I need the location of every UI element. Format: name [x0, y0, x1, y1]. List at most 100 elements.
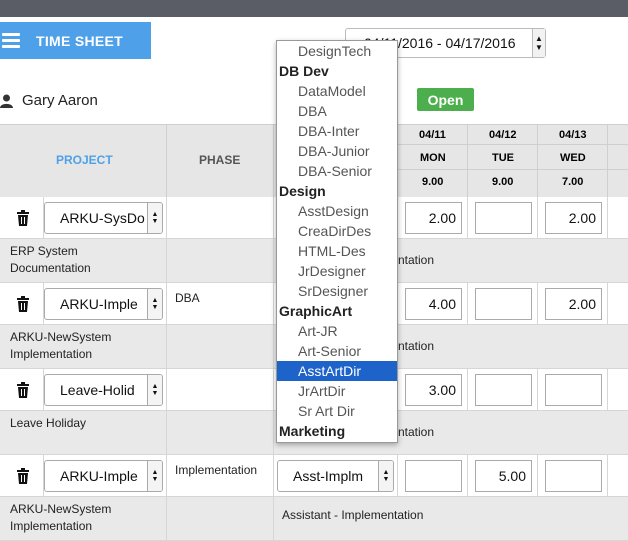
- dropdown-group-label: Marketing: [279, 423, 346, 439]
- project-description: ERP System Documentation: [10, 244, 91, 275]
- chevron-down-icon[interactable]: ▲ ▼: [147, 461, 162, 491]
- project-select-value: Leave-Holid: [60, 382, 135, 398]
- chevron-down-icon[interactable]: ▲ ▼: [378, 461, 393, 491]
- day-name: TUE: [492, 152, 514, 164]
- cell-divider: [537, 197, 538, 238]
- description-row: ARKU-NewSystem Implementation Assistant -…: [0, 497, 628, 541]
- day-header-tue: 04/12 TUE 9.00: [468, 124, 538, 197]
- cell-divider: [273, 197, 274, 238]
- cell-divider: [273, 411, 274, 454]
- project-column-label: PROJECT: [56, 153, 113, 167]
- dropdown-group-label: GraphicArt: [279, 303, 353, 319]
- cell-divider: [166, 239, 167, 282]
- dropdown-option[interactable]: DataModel: [277, 81, 397, 101]
- project-select[interactable]: ARKU-Imple ▲ ▼: [44, 460, 163, 492]
- role-description: ntation: [398, 425, 435, 439]
- hours-input[interactable]: [405, 460, 462, 492]
- user-info: Gary Aaron: [0, 92, 98, 109]
- role-select[interactable]: Asst-Implm ▲ ▼: [277, 460, 394, 492]
- hours-input[interactable]: 5.00: [475, 460, 532, 492]
- entry-row: ARKU-Imple ▲ ▼ Implementation Asst-Implm ▲ ▼ 5.…: [0, 455, 628, 497]
- hours-input[interactable]: 2.00: [545, 202, 602, 234]
- day-date: 04/13: [559, 129, 587, 141]
- project-description: ARKU-NewSystem Implementation: [10, 330, 112, 361]
- cell-divider: [166, 497, 167, 540]
- dropdown-group-label: Design: [279, 183, 326, 199]
- hours-input[interactable]: [475, 374, 532, 406]
- role-select-value: Asst-Implm: [293, 468, 363, 484]
- hours-input[interactable]: [475, 202, 532, 234]
- user-name: Gary Aaron: [22, 92, 98, 109]
- chevron-down-icon[interactable]: ▲ ▼: [147, 375, 162, 405]
- dropdown-option[interactable]: DBA-Inter: [277, 121, 397, 141]
- day-total: 9.00: [422, 176, 444, 188]
- dropdown-option[interactable]: Art-JR: [277, 321, 397, 341]
- day-name: WED: [560, 152, 586, 164]
- project-select[interactable]: ARKU-Imple ▲ ▼: [44, 288, 163, 320]
- project-header: PROJECT: [0, 124, 167, 197]
- cell-divider: [467, 283, 468, 324]
- hamburger-icon: [2, 33, 20, 48]
- dropdown-option[interactable]: DesignTech: [277, 41, 397, 61]
- dropdown-group-label: DB Dev: [279, 63, 329, 79]
- dropdown-option[interactable]: Sr Art Dir: [277, 401, 397, 421]
- header-divider-2: [398, 169, 628, 170]
- project-description: ARKU-NewSystem Implementation: [10, 502, 112, 533]
- day-header-mon: 04/11 MON 9.00: [398, 124, 468, 197]
- cell-divider: [273, 283, 274, 324]
- dropdown-option[interactable]: CreaDirDes: [277, 221, 397, 241]
- project-select-value: ARKU-Imple: [60, 296, 138, 312]
- dropdown-option[interactable]: DBA-Senior: [277, 161, 397, 181]
- project-select[interactable]: ARKU-SysDo ▲ ▼: [44, 202, 163, 234]
- hours-input[interactable]: 4.00: [405, 288, 462, 320]
- trash-icon[interactable]: [16, 382, 30, 398]
- hours-input[interactable]: 2.00: [545, 288, 602, 320]
- phase-header: PHASE: [167, 124, 274, 197]
- header-divider-1: [398, 144, 628, 145]
- hours-input[interactable]: [545, 460, 602, 492]
- trash-icon[interactable]: [16, 210, 30, 226]
- role-description: Assistant - Implementation: [282, 508, 424, 522]
- cell-divider: [273, 239, 274, 282]
- day-date: 04/12: [489, 129, 517, 141]
- dropdown-option[interactable]: HTML-Des: [277, 241, 397, 261]
- day-header-thu: [608, 124, 628, 197]
- dropdown-option[interactable]: AsstArtDir: [277, 361, 397, 381]
- dropdown-option[interactable]: DBA-Junior: [277, 141, 397, 161]
- cell-divider: [166, 197, 167, 238]
- dropdown-option[interactable]: Art-Senior: [277, 341, 397, 361]
- cell-divider: [537, 283, 538, 324]
- hours-input[interactable]: [545, 374, 602, 406]
- cell-divider: [537, 369, 538, 410]
- project-description: Leave Holiday: [10, 416, 87, 430]
- cell-divider: [607, 455, 608, 496]
- trash-icon[interactable]: [16, 468, 30, 484]
- dropdown-option[interactable]: SrDesigner: [277, 281, 397, 301]
- timesheet-title: TIME SHEET: [36, 32, 124, 49]
- cell-divider: [273, 369, 274, 410]
- cell-divider: [467, 197, 468, 238]
- cell-divider: [467, 455, 468, 496]
- hours-input[interactable]: [475, 288, 532, 320]
- hours-input[interactable]: 2.00: [405, 202, 462, 234]
- dropdown-option[interactable]: JrArtDir: [277, 381, 397, 401]
- chevron-down-icon[interactable]: ▲ ▼: [532, 29, 545, 57]
- cell-divider: [273, 455, 274, 496]
- project-select[interactable]: Leave-Holid ▲ ▼: [44, 374, 163, 406]
- trash-icon[interactable]: [16, 296, 30, 312]
- cell-divider: [607, 197, 608, 238]
- day-name: MON: [420, 152, 446, 164]
- cell-divider: [397, 455, 398, 496]
- user-icon: [0, 94, 13, 108]
- dropdown-option[interactable]: DBA: [277, 101, 397, 121]
- status-badge: Open: [417, 88, 474, 111]
- timesheet-menu-button[interactable]: TIME SHEET: [0, 22, 151, 59]
- chevron-down-icon[interactable]: ▲ ▼: [147, 289, 162, 319]
- dropdown-option[interactable]: AsstDesign: [277, 201, 397, 221]
- dropdown-option[interactable]: JrDesigner: [277, 261, 397, 281]
- cell-divider: [166, 369, 167, 410]
- role-description: ntation: [398, 339, 435, 353]
- chevron-down-icon[interactable]: ▲ ▼: [147, 203, 162, 233]
- hours-input[interactable]: 3.00: [405, 374, 462, 406]
- role-dropdown-list[interactable]: DesignTech DB Dev DataModel DBA DBA-Inter DBA…: [276, 40, 398, 443]
